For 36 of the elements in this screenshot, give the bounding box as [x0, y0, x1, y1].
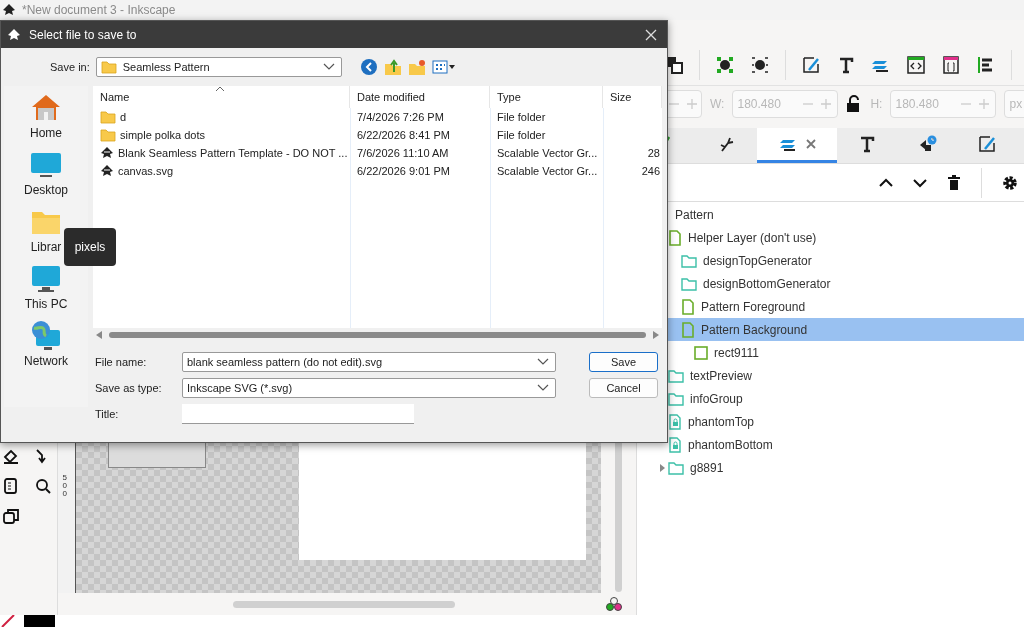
- layer-name: Pattern Foreground: [701, 299, 806, 314]
- layer-name: textPreview: [690, 368, 753, 383]
- layer-name: Helper Layer (don't use): [688, 230, 817, 245]
- dialog-title: Select file to save to: [29, 27, 138, 42]
- save-in-label: Save in:: [49, 61, 90, 73]
- file-type: Scalable Vector Gr...: [497, 165, 598, 177]
- layer-name: phantomTop: [688, 414, 755, 429]
- layer-name: rect9111: [714, 345, 759, 360]
- file-date: 7/4/2026 7:26 PM: [357, 111, 444, 123]
- file-date: 6/22/2026 8:41 PM: [357, 129, 450, 141]
- file-type: Scalable Vector Gr...: [497, 147, 598, 159]
- file-name-label: File name:: [94, 356, 148, 368]
- ruler-label: 500: [62, 474, 68, 498]
- dimension-label: W:: [710, 97, 725, 111]
- window-title: *New document 3 - Inkscape: [22, 3, 176, 17]
- file-size: 246: [641, 165, 660, 177]
- file-date: 6/22/2026 9:01 PM: [357, 165, 450, 177]
- dimension-label: H:: [870, 97, 883, 111]
- file-name: simple polka dots: [120, 129, 205, 141]
- layer-name: g8891: [690, 460, 724, 475]
- layer-name: Pattern Background: [701, 322, 808, 337]
- file-type-label: Save as type:: [94, 382, 163, 394]
- layer-name: Pattern: [675, 207, 714, 222]
- title-label: Title:: [94, 408, 120, 420]
- layer-name: infoGroup: [690, 391, 743, 406]
- file-type: File folder: [497, 111, 546, 123]
- layer-name: phantomBottom: [688, 437, 773, 452]
- layer-name: designBottomGenerator: [703, 276, 831, 291]
- layer-name: designTopGenerator: [703, 253, 812, 268]
- file-type: File folder: [497, 129, 546, 141]
- file-name: d: [120, 111, 127, 123]
- file-name: canvas.svg: [118, 165, 174, 177]
- tooltip: pixels: [64, 228, 116, 266]
- file-date: 7/6/2026 11:10 AM: [357, 147, 449, 159]
- file-name: Blank Seamless Pattern Template - DO NOT ...: [118, 147, 348, 159]
- file-size: 28: [647, 147, 660, 159]
